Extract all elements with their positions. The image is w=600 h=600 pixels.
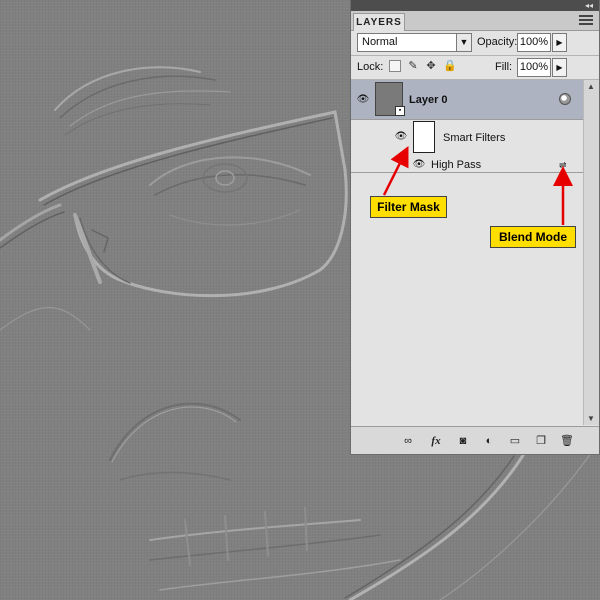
divider: [351, 55, 599, 56]
filter-mask-thumbnail[interactable]: [413, 121, 435, 153]
layers-list: 👁 ▪ Layer 0 👁 Smart Filters 👁 High Pass …: [351, 80, 583, 425]
lock-all-icon[interactable]: 🔒: [443, 60, 457, 72]
blend-opacity-row: Normal ▼ Opacity: 100% ▶: [355, 32, 597, 54]
eye-icon[interactable]: 👁: [411, 160, 427, 170]
panel-tab-bar: LAYERS: [351, 11, 599, 31]
smart-object-badge-icon: ▪: [395, 106, 405, 116]
opacity-slider-arrow-icon[interactable]: ▶: [552, 33, 567, 52]
lock-position-icon[interactable]: ✥: [425, 60, 437, 72]
opacity-label: Opacity:: [477, 36, 518, 48]
layer-thumbnail[interactable]: ▪: [375, 82, 405, 116]
eye-icon[interactable]: 👁: [393, 132, 409, 142]
blend-mode-select[interactable]: Normal ▼: [357, 33, 472, 52]
fx-icon[interactable]: fx: [427, 434, 445, 448]
layer-row-layer-0[interactable]: 👁 ▪ Layer 0: [351, 80, 583, 120]
lock-fill-row: Lock: ✎ ✥ 🔒 Fill: 100% ▶: [355, 57, 597, 79]
smart-filters-label: Smart Filters: [443, 132, 506, 144]
fill-field[interactable]: 100%: [517, 58, 551, 77]
lock-label: Lock:: [357, 61, 384, 73]
link-icon[interactable]: ∞: [399, 434, 417, 448]
scrollbar[interactable]: ▲ ▼: [583, 80, 599, 425]
panel-bottom-toolbar: ∞ fx ◙ ◐ ▭ ❐ 🗑: [351, 426, 599, 454]
opacity-field[interactable]: 100%: [517, 33, 551, 52]
adjustment-icon[interactable]: ◐: [481, 434, 497, 448]
panel-menu-icon[interactable]: [579, 15, 593, 27]
blend-mode-callout: Blend Mode: [490, 226, 576, 248]
blend-mode-value: Normal: [362, 36, 398, 48]
fill-slider-arrow-icon[interactable]: ▶: [552, 58, 567, 77]
fill-label: Fill:: [495, 61, 513, 73]
new-layer-icon[interactable]: ❐: [533, 434, 549, 448]
eye-icon[interactable]: 👁: [355, 95, 371, 105]
layer-name[interactable]: Layer 0: [409, 94, 448, 106]
panel-title-bar[interactable]: ◂◂: [351, 0, 599, 11]
group-folder-icon[interactable]: ▭: [507, 434, 523, 448]
lock-transparent-icon[interactable]: [389, 60, 401, 72]
mask-icon[interactable]: ◙: [455, 434, 471, 448]
collapse-icon[interactable]: ◂◂: [585, 1, 593, 10]
lock-image-icon[interactable]: ✎: [407, 60, 419, 72]
filter-mask-callout: Filter Mask: [370, 196, 447, 218]
scroll-up-icon[interactable]: ▲: [587, 82, 595, 91]
blending-options-icon[interactable]: ⇌: [559, 160, 571, 170]
filter-row-high-pass[interactable]: 👁 High Pass ⇌: [351, 157, 583, 173]
tab-layers[interactable]: LAYERS: [353, 13, 405, 31]
chevron-down-icon[interactable]: ▼: [456, 34, 471, 51]
trash-icon[interactable]: 🗑: [559, 434, 575, 448]
filter-name[interactable]: High Pass: [431, 159, 481, 171]
scroll-down-icon[interactable]: ▼: [587, 414, 595, 423]
smart-filters-row[interactable]: 👁 Smart Filters: [351, 120, 583, 157]
smart-filter-indicator-icon: [559, 93, 571, 105]
